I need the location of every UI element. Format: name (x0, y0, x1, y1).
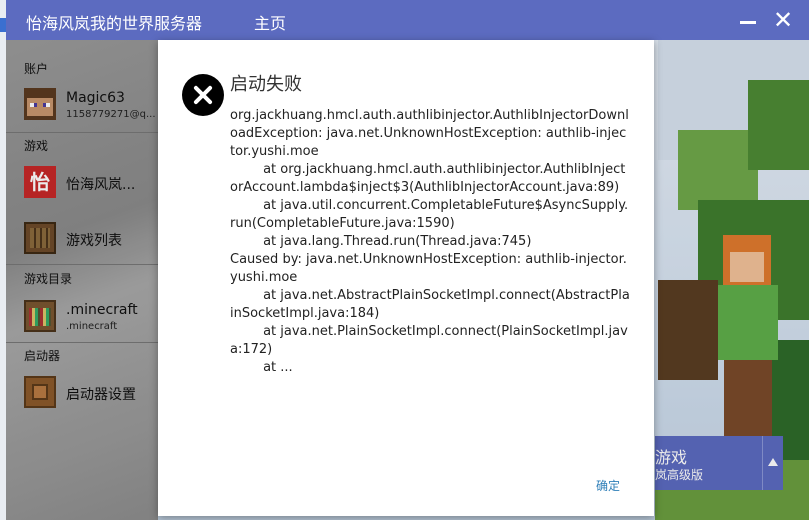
nav-home-label[interactable]: 主页 (254, 10, 286, 34)
window-title: 怡海风岚我的世界服务器 (26, 14, 203, 33)
dialog-message: org.jackhuang.hmcl.auth.authlibinjector.… (230, 108, 630, 375)
title-bar: 怡海风岚我的世界服务器 主页 ✕ (6, 0, 809, 40)
launcher-window: 怡海风岚我的世界服务器 主页 ✕ 账户 Magic63 1158779271@q… (6, 0, 809, 520)
dialog-title: 启动失败 (230, 74, 302, 95)
error-dialog: 启动失败 org.jackhuang.hmcl.auth.authlibinje… (158, 40, 654, 516)
confirm-button[interactable]: 确定 (596, 477, 620, 494)
error-icon (182, 74, 224, 116)
close-icon[interactable]: ✕ (769, 6, 797, 34)
minimize-icon[interactable] (734, 6, 762, 34)
